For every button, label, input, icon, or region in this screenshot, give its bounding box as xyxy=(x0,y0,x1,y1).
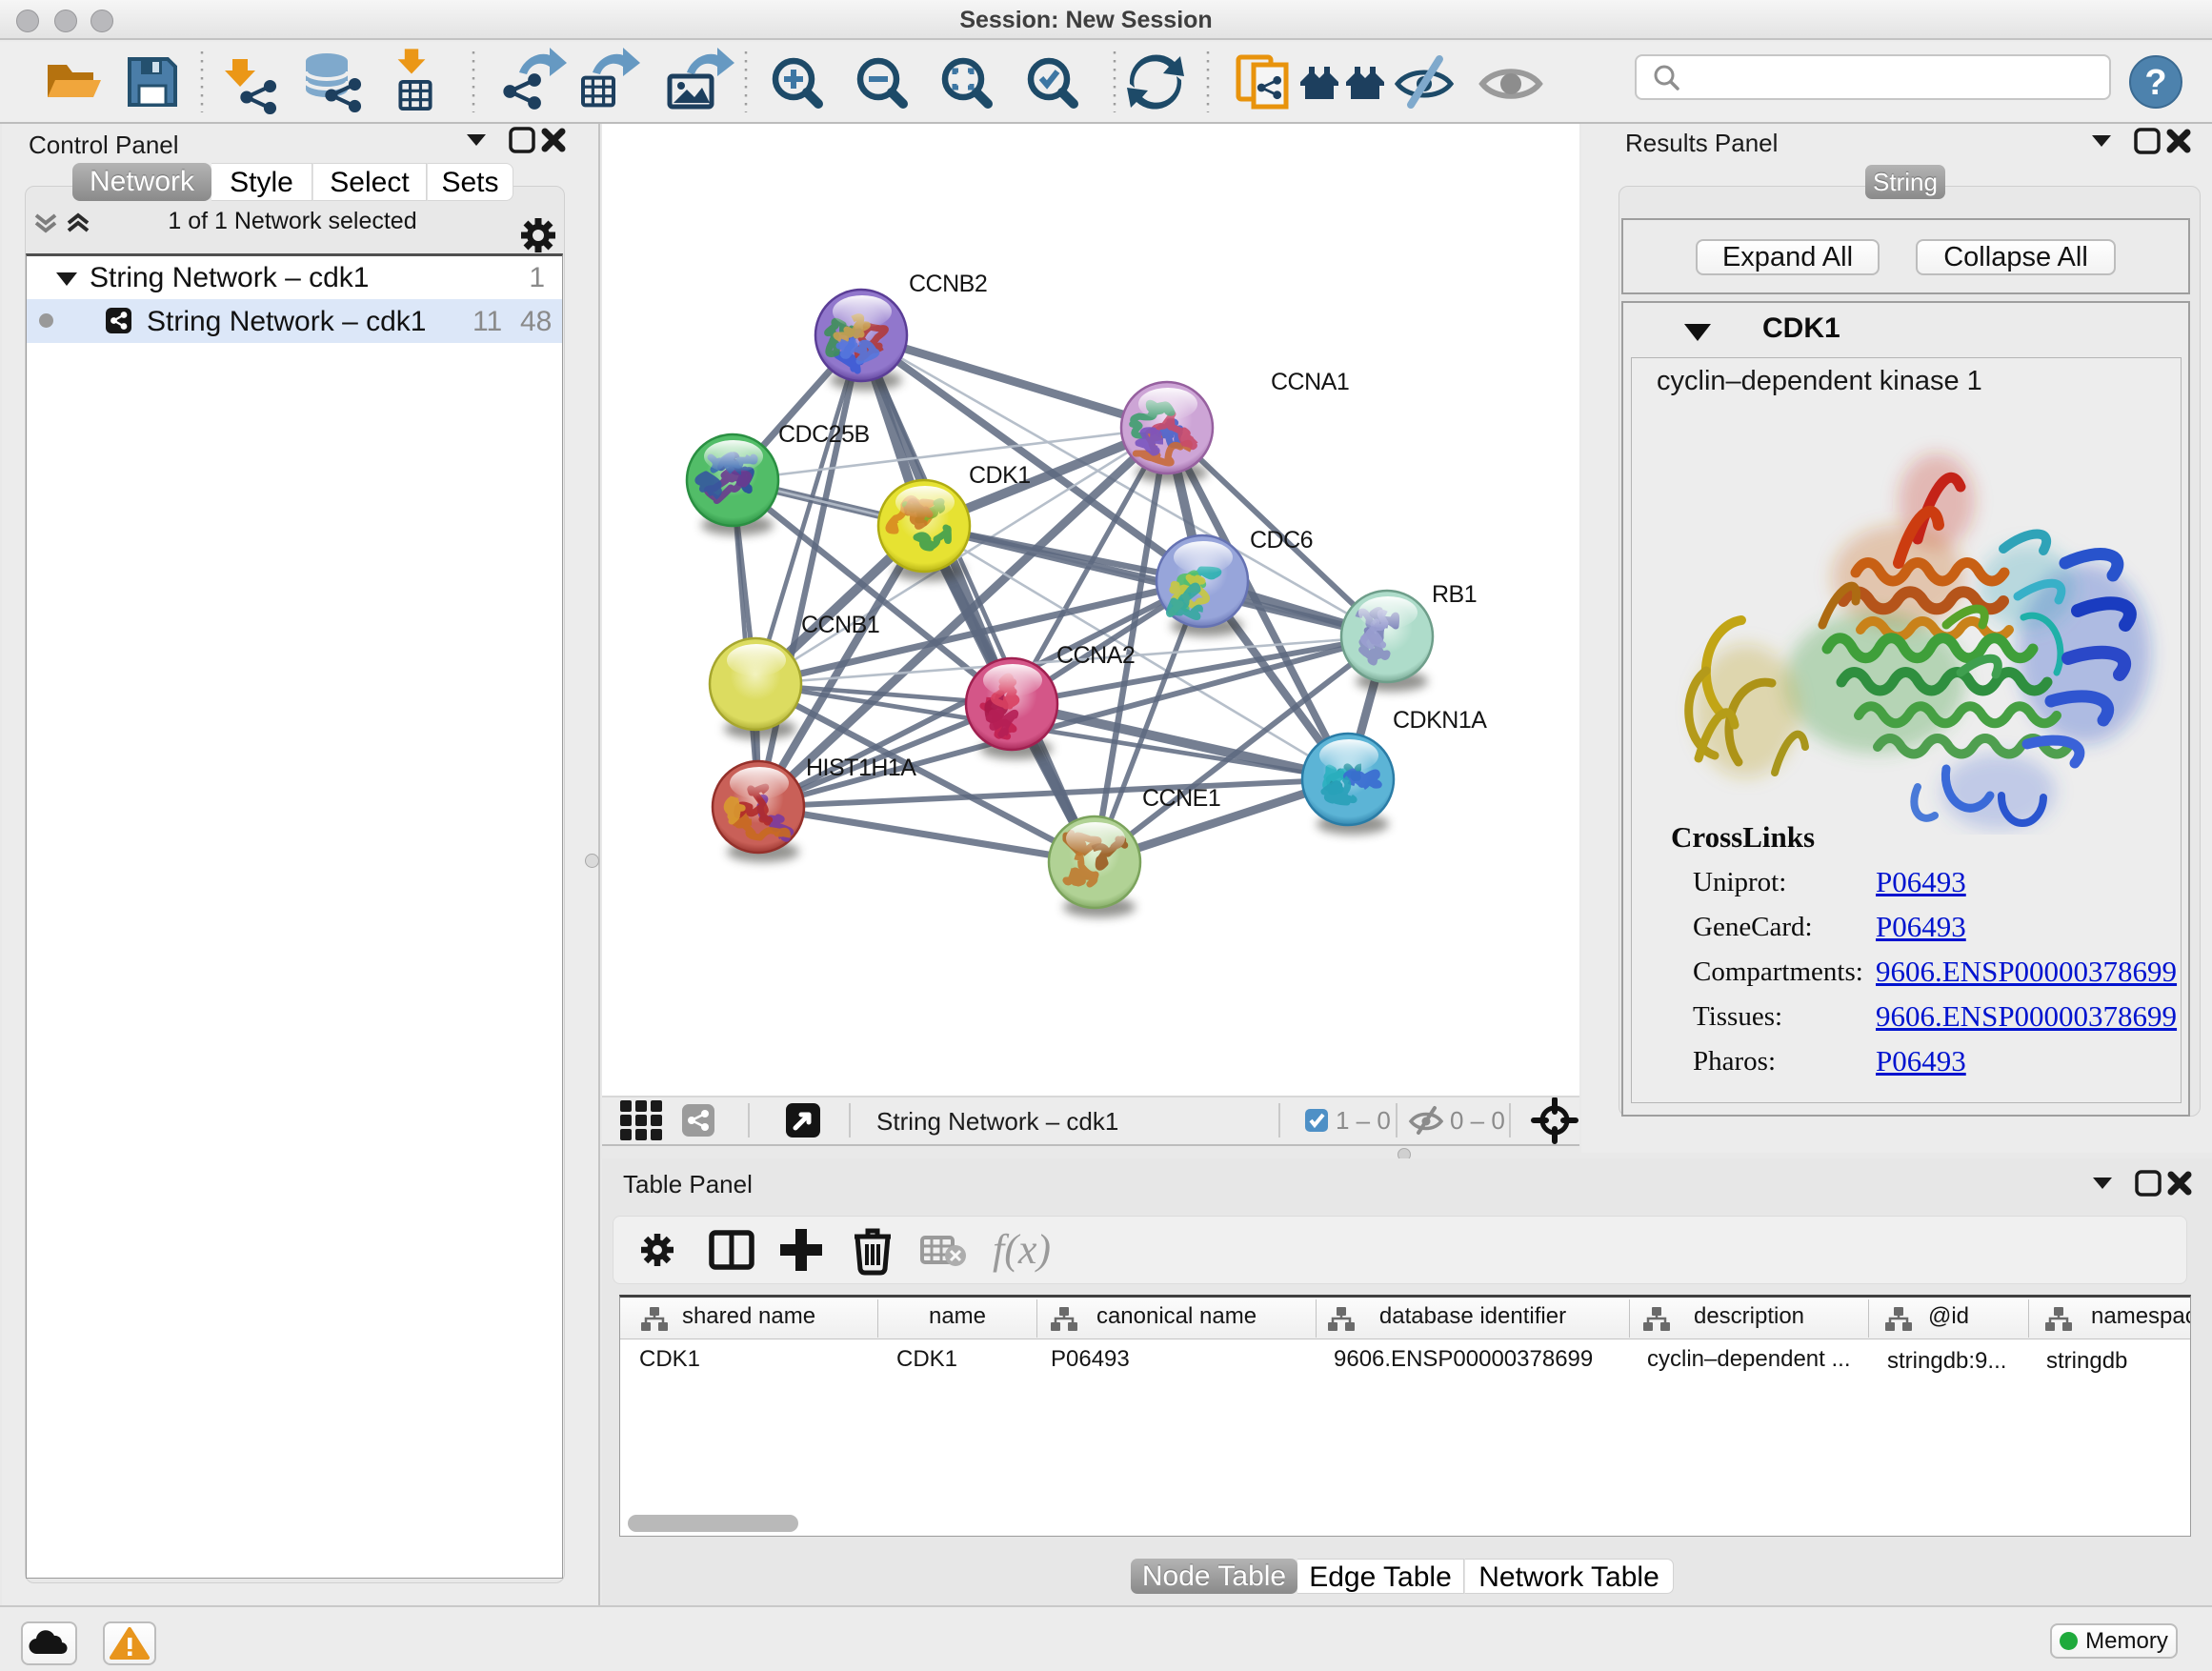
svg-text:CDC6: CDC6 xyxy=(1250,527,1313,554)
svg-text:CCNA1: CCNA1 xyxy=(1271,369,1349,395)
svg-text:1 – 0: 1 – 0 xyxy=(1336,1106,1391,1135)
svg-text:0 – 0: 0 – 0 xyxy=(1450,1106,1505,1135)
svg-text:RB1: RB1 xyxy=(1432,581,1477,608)
svg-text:CCNA2: CCNA2 xyxy=(1056,642,1135,669)
svg-text:?: ? xyxy=(2144,63,2166,103)
svg-text:String Network – cdk1: String Network – cdk1 xyxy=(876,1107,1118,1136)
svg-text:CDK1: CDK1 xyxy=(969,462,1031,489)
svg-text:CCNB2: CCNB2 xyxy=(909,271,987,297)
svg-text:CDC25B: CDC25B xyxy=(778,421,870,448)
svg-text:f(x): f(x) xyxy=(993,1226,1051,1273)
svg-text:CCNE1: CCNE1 xyxy=(1142,785,1220,812)
svg-text:CCNB1: CCNB1 xyxy=(801,612,879,638)
svg-text:CDKN1A: CDKN1A xyxy=(1393,707,1487,734)
svg-text:HIST1H1A: HIST1H1A xyxy=(806,755,916,781)
